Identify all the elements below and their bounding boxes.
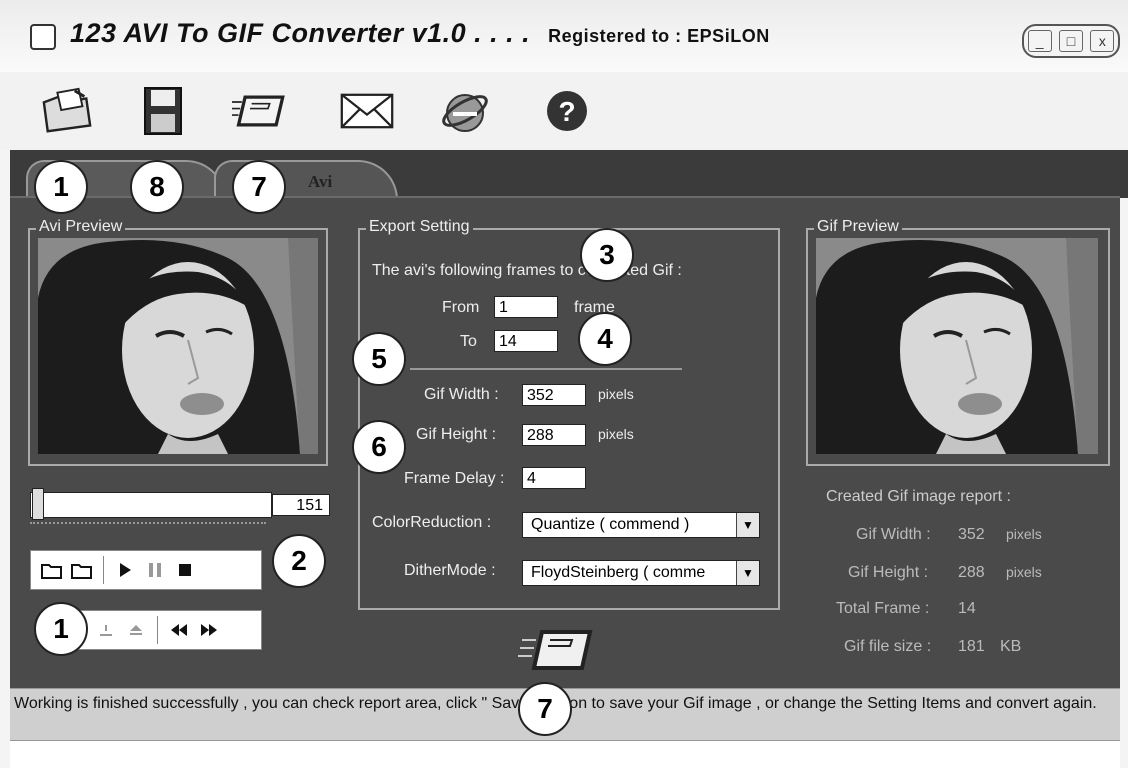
report-width-label: Gif Width : bbox=[856, 526, 931, 543]
color-reduction-label: ColorReduction : bbox=[372, 514, 492, 531]
gif-preview-image bbox=[816, 238, 1098, 454]
app-name: 123 AVI To GIF Converter v1.0 . . . . bbox=[70, 18, 531, 48]
annotation-badge: 5 bbox=[352, 332, 406, 386]
help-icon[interactable]: ? bbox=[540, 84, 594, 138]
open-folder-icon[interactable] bbox=[40, 84, 94, 138]
window-controls: _ □ x bbox=[1022, 24, 1120, 58]
close-button[interactable]: x bbox=[1090, 30, 1115, 52]
report-width-unit: pixels bbox=[1006, 526, 1042, 542]
avi-preview-image bbox=[38, 238, 318, 454]
annotation-badge: 2 bbox=[272, 534, 326, 588]
report-height-unit: pixels bbox=[1006, 564, 1042, 580]
annotation-badge: 8 bbox=[130, 160, 184, 214]
frame-delay-field[interactable]: 4 bbox=[522, 467, 586, 489]
tab-avi-label: Avi bbox=[308, 172, 333, 191]
to-field[interactable]: 14 bbox=[494, 330, 558, 352]
playback-controls bbox=[30, 550, 262, 590]
gif-width-label: Gif Width : bbox=[424, 386, 499, 403]
frame-slider[interactable] bbox=[30, 492, 272, 518]
annotation-badge: 6 bbox=[352, 420, 406, 474]
dither-mode-value: FloydSteinberg ( comme bbox=[531, 564, 706, 581]
toolbar: ? bbox=[0, 72, 1128, 150]
annotation-badge: 1 bbox=[34, 160, 88, 214]
mail-icon[interactable] bbox=[340, 84, 394, 138]
report-width-value: 352 bbox=[958, 526, 985, 543]
export-setting-label: Export Setting bbox=[366, 218, 473, 236]
annotation-badge: 3 bbox=[580, 228, 634, 282]
open-folder-small-icon[interactable] bbox=[67, 555, 97, 585]
dither-mode-label: DitherMode : bbox=[404, 562, 496, 579]
separator bbox=[103, 556, 104, 584]
color-reduction-select[interactable]: Quantize ( commend ) ▼ bbox=[522, 512, 760, 538]
gif-height-label: Gif Height : bbox=[416, 426, 497, 443]
separator bbox=[157, 616, 158, 644]
chevron-down-icon[interactable]: ▼ bbox=[736, 561, 759, 585]
slider-ticks bbox=[30, 522, 266, 530]
eject-icon[interactable] bbox=[121, 615, 151, 645]
open-avi-icon[interactable] bbox=[37, 555, 67, 585]
fast-forward-icon[interactable] bbox=[194, 615, 224, 645]
report-height-value: 288 bbox=[958, 564, 985, 581]
frame-delay-label: Frame Delay : bbox=[404, 470, 505, 487]
convert-button[interactable] bbox=[518, 624, 596, 674]
from-label: From bbox=[442, 299, 480, 316]
annotation-badge: 1 bbox=[34, 602, 88, 656]
divider bbox=[410, 368, 682, 370]
avi-preview-label: Avi Preview bbox=[36, 218, 126, 236]
chevron-down-icon[interactable]: ▼ bbox=[736, 513, 759, 537]
gif-width-field[interactable]: 352 bbox=[522, 384, 586, 406]
report-title: Created Gif image report : bbox=[826, 488, 1011, 505]
annotation-badge: 4 bbox=[578, 312, 632, 366]
slider-value: 151 bbox=[272, 494, 330, 516]
gif-preview-label: Gif Preview bbox=[814, 218, 902, 236]
dither-mode-select[interactable]: FloydSteinberg ( comme ▼ bbox=[522, 560, 760, 586]
report-height-label: Gif Height : bbox=[848, 564, 929, 581]
stop-icon[interactable] bbox=[170, 555, 200, 585]
frames-text: The avi's following frames to converted … bbox=[372, 262, 682, 279]
minimize-button[interactable]: _ bbox=[1027, 30, 1052, 52]
save-disk-icon[interactable] bbox=[136, 84, 190, 138]
bottom-pane bbox=[10, 740, 1120, 768]
gif-height-unit: pixels bbox=[598, 426, 634, 442]
color-reduction-value: Quantize ( commend ) bbox=[531, 516, 690, 533]
gif-width-unit: pixels bbox=[598, 386, 634, 402]
report-frames-value: 14 bbox=[958, 600, 976, 617]
export-setting-group: Export Setting bbox=[358, 218, 780, 610]
annotation-badge: 7 bbox=[232, 160, 286, 214]
rewind-icon[interactable] bbox=[164, 615, 194, 645]
report-size-unit: KB bbox=[1000, 638, 1022, 655]
report-size-value: 181 bbox=[958, 638, 985, 655]
to-label: To bbox=[460, 333, 477, 350]
gif-height-field[interactable]: 288 bbox=[522, 424, 586, 446]
registered-to: Registered to : EPSiLON bbox=[548, 26, 770, 46]
report-size-label: Gif file size : bbox=[844, 638, 932, 655]
mark-in-icon[interactable] bbox=[91, 615, 121, 645]
play-icon[interactable] bbox=[110, 555, 140, 585]
app-icon[interactable] bbox=[30, 24, 56, 50]
svg-text:?: ? bbox=[558, 96, 575, 127]
report-frames-label: Total Frame : bbox=[836, 600, 930, 617]
from-field[interactable]: 1 bbox=[494, 296, 558, 318]
slider-thumb[interactable] bbox=[32, 488, 44, 520]
window-title: 123 AVI To GIF Converter v1.0 . . . . Re… bbox=[70, 18, 770, 49]
navigation-controls bbox=[66, 610, 262, 650]
maximize-button[interactable]: □ bbox=[1058, 30, 1083, 52]
annotation-badge: 7 bbox=[518, 682, 572, 736]
convert-icon[interactable] bbox=[232, 84, 286, 138]
pause-icon[interactable] bbox=[140, 555, 170, 585]
browser-icon[interactable] bbox=[438, 84, 492, 138]
